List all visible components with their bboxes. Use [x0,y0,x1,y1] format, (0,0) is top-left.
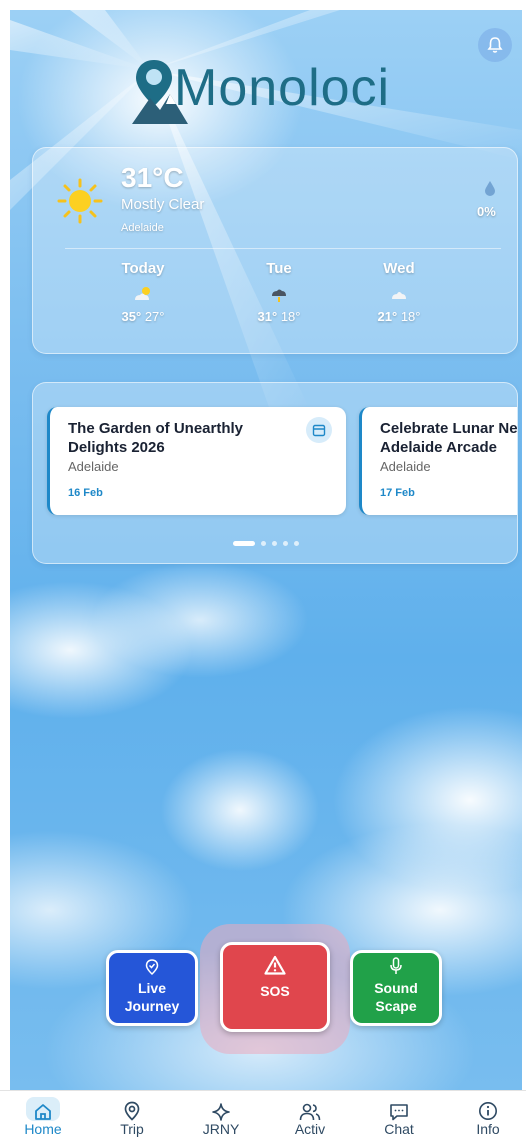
event-date: 16 Feb [68,487,103,499]
nav-home[interactable]: Home [8,1091,78,1143]
forecast-day: Tue [266,260,292,277]
map-pin-icon [145,959,159,975]
events-carousel[interactable]: The Garden of Unearthly Delights 2026 Ad… [32,382,518,564]
precipitation-chance: 0% [477,204,496,219]
notification-button[interactable] [478,28,512,62]
sos-button[interactable]: SOS [220,942,330,1032]
nav-info-label: Info [476,1121,500,1137]
weather-location: Adelaide [121,222,164,234]
nav-activ[interactable]: Activ [275,1091,345,1143]
forecast-temps: 21° 18° [359,309,439,324]
partly-cloudy-icon [135,287,150,300]
event-location: Adelaide [68,459,119,474]
event-date: 17 Feb [380,487,415,499]
cloud-icon [392,292,406,299]
pagination-dot[interactable] [294,541,299,546]
app-logo: Monoloci [132,54,422,134]
weather-card[interactable]: 31°C Mostly Clear Adelaide 0% Today 35° … [32,147,518,354]
pagination-dot[interactable] [233,541,255,546]
pagination-dot[interactable] [283,541,288,546]
forecast-high: 21° [377,309,398,324]
forecast-day: Today [121,260,165,277]
add-to-calendar-button[interactable] [306,417,332,443]
forecast-low: 18° [280,309,301,324]
forecast-today: Today 35° 27° [103,260,183,324]
nav-jrny[interactable]: JRNY [186,1091,256,1143]
current-temperature: 31°C [121,162,184,193]
event-card[interactable]: Celebrate Lunar New Year at Adelaide Arc… [359,407,518,515]
info-icon [479,1102,497,1120]
forecast-day: Wed [383,260,415,277]
forecast-temps: 31° 18° [239,309,319,324]
nav-chat[interactable]: Chat [364,1091,434,1143]
home-icon [35,1104,51,1120]
forecast-high: 31° [257,309,278,324]
forecast-tue: Tue 31° 18° [239,260,319,324]
sunny-icon [57,178,103,224]
forecast-low: 27° [144,309,165,324]
event-location: Adelaide [380,459,431,474]
sound-scape-button[interactable]: Sound Scape [350,950,442,1026]
calendar-icon [312,424,326,437]
nav-activ-label: Activ [294,1121,326,1137]
bottom-navigation: Home Trip JRNY Activ Chat Info [0,1090,526,1143]
microphone-icon [390,957,402,974]
pagination-dot[interactable] [272,541,277,546]
rain-cloud-icon [272,289,286,302]
nav-trip-label: Trip [120,1121,144,1137]
users-icon [299,1103,321,1121]
forecast-high: 35° [121,309,142,324]
map-pin-icon [124,1101,140,1121]
forecast-wed: Wed 21° 18° [359,260,439,324]
chat-icon [390,1104,408,1121]
event-title: Celebrate Lunar New Year at Adelaide Arc… [380,420,518,456]
forecast-temps: 35° 27° [103,309,183,324]
carousel-pagination [233,541,299,546]
nav-info[interactable]: Info [453,1091,523,1143]
weather-condition: Mostly Clear [121,196,205,213]
forecast-low: 18° [400,309,421,324]
weather-divider [65,248,501,249]
pagination-dot[interactable] [261,541,266,546]
warning-icon [264,955,286,975]
live-journey-label: Live Journey [124,980,180,1014]
logo-wordmark: Monoloci [174,59,391,117]
live-journey-button[interactable]: Live Journey [106,950,198,1026]
nav-chat-label: Chat [384,1121,414,1137]
sos-label: SOS [260,983,290,999]
nav-jrny-label: JRNY [202,1121,240,1137]
sound-scape-label: Sound Scape [374,980,418,1014]
nav-home-label: Home [24,1121,62,1137]
event-title: The Garden of Unearthly Delights 2026 [68,420,244,456]
sparkle-icon [212,1103,230,1121]
event-card[interactable]: The Garden of Unearthly Delights 2026 Ad… [47,407,346,515]
bell-icon [487,37,503,53]
nav-trip[interactable]: Trip [97,1091,167,1143]
app-screen: Monoloci 31°C Mostly Clear Adelaide 0% T… [10,10,522,1090]
raindrop-icon [485,181,495,196]
